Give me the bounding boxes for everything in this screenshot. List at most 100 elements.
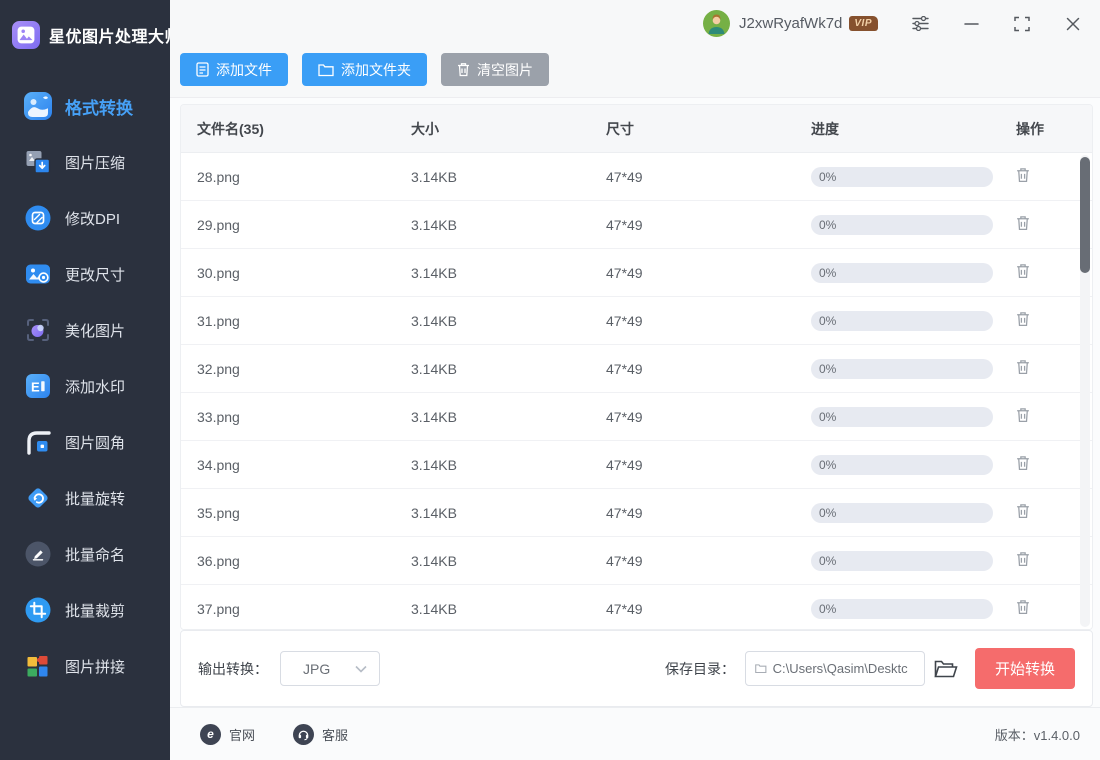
- customer-support-link[interactable]: 客服: [293, 724, 348, 745]
- progress-bar: 0%: [811, 359, 993, 379]
- delete-row-icon[interactable]: [1016, 503, 1030, 519]
- scrollbar-thumb[interactable]: [1080, 157, 1090, 273]
- delete-row-icon[interactable]: [1016, 263, 1030, 279]
- delete-row-icon[interactable]: [1016, 599, 1030, 615]
- app-logo-icon: [12, 21, 40, 49]
- add-file-button[interactable]: 添加文件: [180, 53, 288, 86]
- sidebar-item-batch-rename[interactable]: 批量命名: [0, 526, 170, 582]
- delete-row-icon[interactable]: [1016, 455, 1030, 471]
- minimize-button[interactable]: [962, 15, 980, 33]
- sidebar-item-image-compress[interactable]: 图片压缩: [0, 134, 170, 190]
- clear-images-label: 清空图片: [477, 60, 533, 80]
- delete-row-icon[interactable]: [1016, 167, 1030, 183]
- output-format-label: 输出转换：: [198, 659, 268, 679]
- official-website-link[interactable]: e 官网: [200, 724, 255, 745]
- app-brand: 星优图片处理大师: [0, 0, 170, 56]
- cell-filename: 33.png: [181, 409, 411, 425]
- cell-filename: 37.png: [181, 601, 411, 617]
- table-row: 36.png 3.14KB 47*49 0%: [181, 537, 1092, 585]
- table-row: 32.png 3.14KB 47*49 0%: [181, 345, 1092, 393]
- chevron-down-icon: [355, 665, 367, 673]
- sidebar-nav: 格式转换 图片压缩 修改DPI 更改尺寸 美化图片: [0, 78, 170, 694]
- table-row: 30.png 3.14KB 47*49 0%: [181, 249, 1092, 297]
- support-headset-icon: [293, 724, 314, 745]
- cell-size: 3.14KB: [411, 553, 606, 569]
- cell-progress: 0%: [811, 311, 1016, 331]
- progress-bar: 0%: [811, 455, 993, 475]
- progress-bar: 0%: [811, 503, 993, 523]
- save-dir-label: 保存目录：: [665, 659, 735, 679]
- conversion-controls: 输出转换： JPG 保存目录： 开始转换: [180, 630, 1093, 707]
- avatar[interactable]: [703, 10, 730, 37]
- resize-icon: [24, 260, 52, 288]
- delete-row-icon[interactable]: [1016, 215, 1030, 231]
- sidebar-item-label: 批量裁剪: [65, 600, 125, 621]
- username[interactable]: J2xwRyafWk7d: [739, 15, 842, 32]
- batch-rename-icon: [24, 540, 52, 568]
- sidebar-item-batch-crop[interactable]: 批量裁剪: [0, 582, 170, 638]
- output-format-value: JPG: [303, 661, 330, 677]
- col-header-progress: 进度: [811, 119, 1016, 139]
- start-convert-button[interactable]: 开始转换: [975, 648, 1075, 689]
- output-format-select[interactable]: JPG: [280, 651, 380, 686]
- svg-text:E: E: [31, 380, 40, 395]
- cell-size: 3.14KB: [411, 265, 606, 281]
- modify-dpi-icon: [24, 204, 52, 232]
- delete-row-icon[interactable]: [1016, 311, 1030, 327]
- sidebar-item-label: 图片压缩: [65, 152, 125, 173]
- cell-progress: 0%: [811, 215, 1016, 235]
- content-area: 文件名(35) 大小 尺寸 进度 操作 28.png 3.14KB 47*49 …: [170, 98, 1100, 630]
- sidebar-item-label: 批量旋转: [65, 488, 125, 509]
- cell-filename: 34.png: [181, 457, 411, 473]
- clear-images-button[interactable]: 清空图片: [441, 53, 549, 86]
- delete-row-icon[interactable]: [1016, 359, 1030, 375]
- toolbar: 添加文件 添加文件夹 清空图片: [180, 53, 549, 86]
- sidebar-item-rounded-corner[interactable]: 图片圆角: [0, 414, 170, 470]
- sidebar-item-label: 图片拼接: [65, 656, 125, 677]
- sidebar-item-image-stitch[interactable]: 图片拼接: [0, 638, 170, 694]
- progress-bar: 0%: [811, 599, 993, 619]
- website-label: 官网: [229, 725, 255, 744]
- sidebar-item-watermark[interactable]: E 添加水印: [0, 358, 170, 414]
- sidebar-item-label: 图片圆角: [65, 432, 125, 453]
- cell-progress: 0%: [811, 551, 1016, 571]
- save-dir-group: 保存目录： 开始转换: [665, 648, 1075, 689]
- cell-progress: 0%: [811, 407, 1016, 427]
- vertical-scrollbar[interactable]: [1080, 155, 1090, 627]
- delete-row-icon[interactable]: [1016, 407, 1030, 423]
- add-folder-button[interactable]: 添加文件夹: [302, 53, 427, 86]
- sidebar-item-beautify[interactable]: 美化图片: [0, 302, 170, 358]
- version-text: 版本：v1.4.0.0: [995, 725, 1080, 744]
- close-button[interactable]: [1064, 15, 1082, 33]
- cell-filename: 31.png: [181, 313, 411, 329]
- save-dir-inputbox: [745, 651, 925, 686]
- file-table-panel: 文件名(35) 大小 尺寸 进度 操作 28.png 3.14KB 47*49 …: [180, 104, 1093, 630]
- website-icon: e: [200, 724, 221, 745]
- table-row: 29.png 3.14KB 47*49 0%: [181, 201, 1092, 249]
- cell-dimensions: 47*49: [606, 169, 811, 185]
- sidebar-item-batch-rotate[interactable]: 批量旋转: [0, 470, 170, 526]
- col-header-actions: 操作: [1016, 119, 1092, 139]
- browse-folder-icon[interactable]: [934, 657, 960, 681]
- cell-dimensions: 47*49: [606, 505, 811, 521]
- sidebar-item-format-convert[interactable]: 格式转换: [0, 78, 170, 134]
- cell-size: 3.14KB: [411, 361, 606, 377]
- table-header-row: 文件名(35) 大小 尺寸 进度 操作: [181, 105, 1092, 153]
- sidebar-item-modify-dpi[interactable]: 修改DPI: [0, 190, 170, 246]
- col-header-size: 大小: [411, 119, 606, 139]
- settings-icon[interactable]: [911, 15, 929, 33]
- cell-filename: 32.png: [181, 361, 411, 377]
- col-header-filename: 文件名(35): [181, 119, 411, 139]
- table-row: 35.png 3.14KB 47*49 0%: [181, 489, 1092, 537]
- cell-size: 3.14KB: [411, 505, 606, 521]
- cell-dimensions: 47*49: [606, 457, 811, 473]
- save-dir-input[interactable]: [773, 661, 918, 676]
- cell-progress: 0%: [811, 599, 1016, 619]
- sidebar-item-resize[interactable]: 更改尺寸: [0, 246, 170, 302]
- delete-row-icon[interactable]: [1016, 551, 1030, 567]
- trash-icon: [457, 62, 470, 77]
- progress-bar: 0%: [811, 215, 993, 235]
- col-header-dimensions: 尺寸: [606, 119, 811, 139]
- maximize-button[interactable]: [1013, 15, 1031, 33]
- progress-bar: 0%: [811, 551, 993, 571]
